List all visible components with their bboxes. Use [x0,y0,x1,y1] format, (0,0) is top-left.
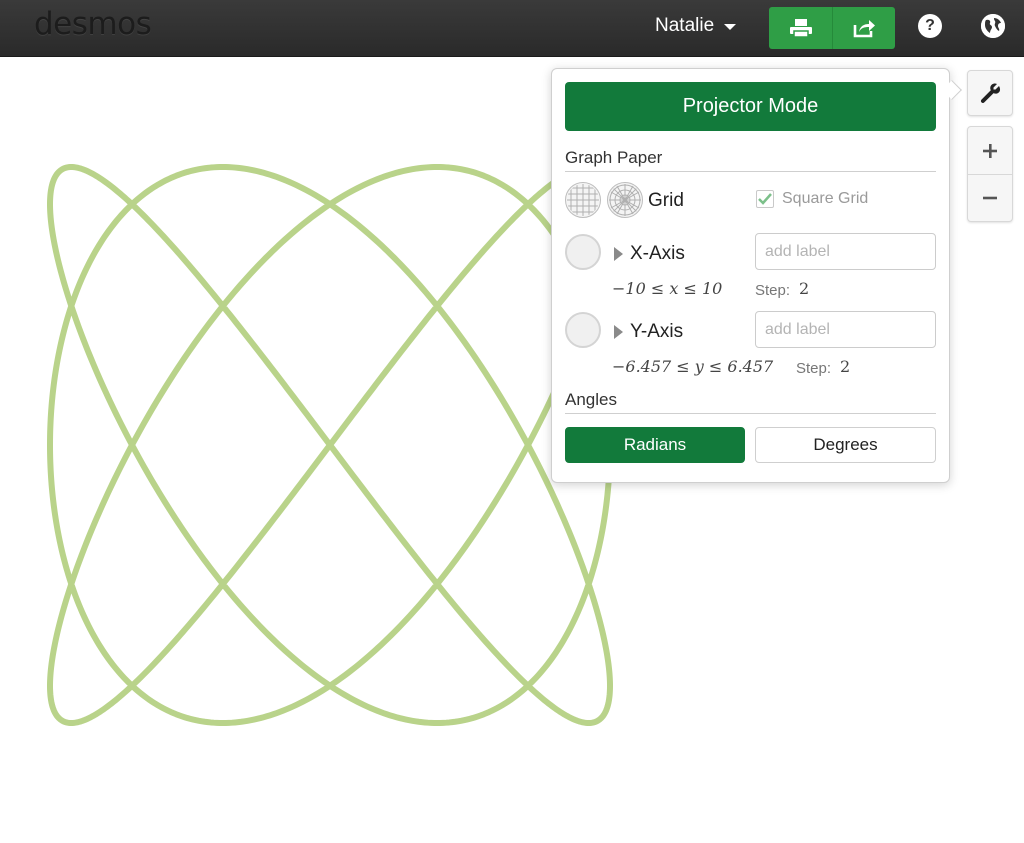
divider [565,171,936,172]
graph-settings-panel: Projector Mode Graph Paper Grid Square G… [551,68,962,483]
x-axis-label-input[interactable] [755,233,936,270]
angles-heading: Angles [565,390,617,409]
chevron-down-icon [724,24,737,30]
wrench-icon [980,83,1001,103]
y-axis-expand-icon[interactable] [614,325,623,339]
plus-icon [983,143,997,158]
zoom-in-button[interactable] [968,127,1012,174]
polar-grid-icon[interactable] [607,182,643,218]
x-axis-label: X-Axis [630,243,685,264]
help-button[interactable]: ? [918,14,942,38]
minus-icon [983,196,997,200]
y-axis-toggle[interactable] [565,312,601,348]
y-axis-step-value[interactable]: 2 [840,357,850,376]
x-axis-toggle[interactable] [565,234,601,270]
lissajous-curve [47,164,613,726]
projector-mode-button[interactable]: Projector Mode [565,82,936,131]
y-axis-label: Y-Axis [630,321,684,342]
cartesian-grid-icon[interactable] [565,182,601,218]
print-icon [789,19,812,38]
top-bar: desmos Natalie ? [0,0,1024,57]
x-axis-step-value[interactable]: 2 [799,279,809,298]
y-axis-label-input[interactable] [755,311,936,348]
checkmark-icon [758,193,772,205]
x-axis-expand-icon[interactable] [614,247,623,261]
zoom-out-button[interactable] [968,174,1012,221]
language-button[interactable] [981,14,1005,38]
user-name: Natalie [655,15,715,36]
user-menu[interactable]: Natalie [655,15,737,37]
graph-paper-heading: Graph Paper [565,148,663,167]
divider [565,413,936,414]
y-axis-step-label: Step: [796,360,832,377]
print-share-group [769,7,895,49]
y-axis-bounds[interactable]: −6.457 ≤ y ≤ 6.457 [612,357,773,376]
radians-button[interactable]: Radians [565,427,745,463]
share-button[interactable] [832,7,895,49]
degrees-button[interactable]: Degrees [755,427,936,463]
globe-icon [981,14,1005,38]
desmos-logo: desmos [34,6,152,42]
share-icon [853,20,875,38]
square-grid-label: Square Grid [782,190,869,207]
print-button[interactable] [769,7,832,49]
x-axis-step-label: Step: [755,282,791,299]
x-axis-bounds[interactable]: −10 ≤ x ≤ 10 [612,279,722,298]
grid-label: Grid [648,190,684,211]
square-grid-checkbox[interactable] [756,190,774,208]
help-icon: ? [925,17,935,34]
graph-settings-button[interactable] [967,70,1013,116]
zoom-controls [967,126,1013,222]
